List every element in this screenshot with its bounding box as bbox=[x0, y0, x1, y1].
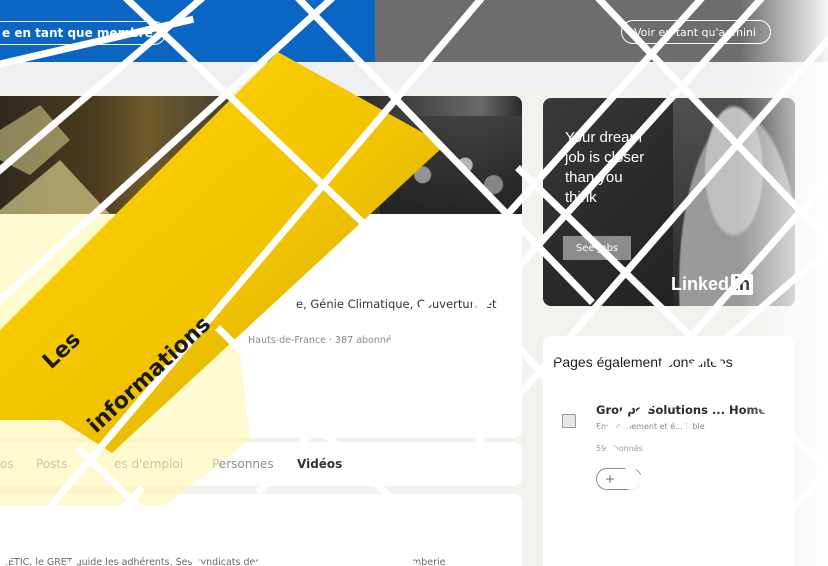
pages-also-viewed-card: Pages également consultées Groupe Soluti… bbox=[543, 336, 795, 566]
about-card: 2ETIC, le GRET guide les adhérents. Ses … bbox=[0, 494, 522, 566]
linkedin-logo: Linked in bbox=[671, 274, 754, 295]
see-jobs-button[interactable]: See jobs bbox=[563, 236, 631, 260]
about-overview-text: 2ETIC, le GRET guide les adhérents. Ses … bbox=[2, 557, 260, 566]
view-as-admin-button[interactable]: Voir en tant qu'admini bbox=[621, 20, 771, 44]
company-tabs: os Posts es d'emploi Personnes Vidéos bbox=[0, 442, 522, 486]
ad-headline-line: than you bbox=[565, 169, 623, 186]
tab-posts[interactable]: Posts bbox=[36, 457, 67, 471]
cover-image bbox=[0, 96, 522, 214]
view-as-member-button[interactable]: e en tant que membre bbox=[0, 21, 166, 45]
ad-headline: Your dream job is closer than you think bbox=[565, 128, 675, 208]
tab-people[interactable]: Personnes bbox=[212, 457, 274, 471]
cover-crowd-photo bbox=[380, 116, 522, 214]
company-tagline: e, Génie Climatique, Couverture et bbox=[296, 297, 497, 311]
more-options-button[interactable] bbox=[36, 396, 76, 420]
suggested-company-sector: Environnement et é... lable bbox=[596, 422, 705, 431]
follow-button[interactable]: + bbox=[596, 468, 642, 490]
sub-header-band bbox=[0, 62, 828, 90]
view-as-member-label: e en tant que membre bbox=[2, 26, 153, 40]
visit-website-button[interactable]: ⇗ bbox=[0, 396, 28, 420]
ad-headline-line: think bbox=[565, 189, 597, 206]
view-as-admin-label: Voir en tant qu'admini bbox=[634, 25, 757, 39]
linkedin-logo-in: in bbox=[731, 274, 754, 295]
tab-videos[interactable]: Vidéos bbox=[297, 457, 342, 471]
screen: e en tant que membre Voir en tant qu'adm… bbox=[0, 0, 828, 566]
ad-headline-line: Your dream bbox=[565, 129, 642, 146]
suggested-company-name[interactable]: Groupe Solutions ... Home bbox=[596, 403, 766, 417]
linkedin-logo-text: Linked bbox=[671, 274, 730, 294]
company-location-followers: Hauts-de-France · 387 abonnés bbox=[248, 335, 397, 346]
ad-headline-line: job is closer bbox=[565, 149, 645, 166]
member-view-bar: e en tant que membre bbox=[0, 0, 375, 62]
company-profile-card: e, Génie Climatique, Couverture et Hauts… bbox=[0, 96, 522, 438]
about-overview-text-tail: mberie bbox=[412, 557, 446, 566]
company-logo-icon bbox=[562, 414, 576, 428]
tab-jobs[interactable]: es d'emploi bbox=[114, 457, 183, 471]
external-link-icon: ⇗ bbox=[8, 401, 20, 415]
plus-icon: + bbox=[605, 472, 616, 486]
linkedin-ad[interactable]: Your dream job is closer than you think … bbox=[543, 98, 795, 306]
pages-also-viewed-title: Pages également consultées bbox=[553, 354, 733, 370]
suggested-company-followers: 59 abonnés bbox=[596, 444, 643, 453]
tab-about[interactable]: os bbox=[0, 457, 14, 471]
